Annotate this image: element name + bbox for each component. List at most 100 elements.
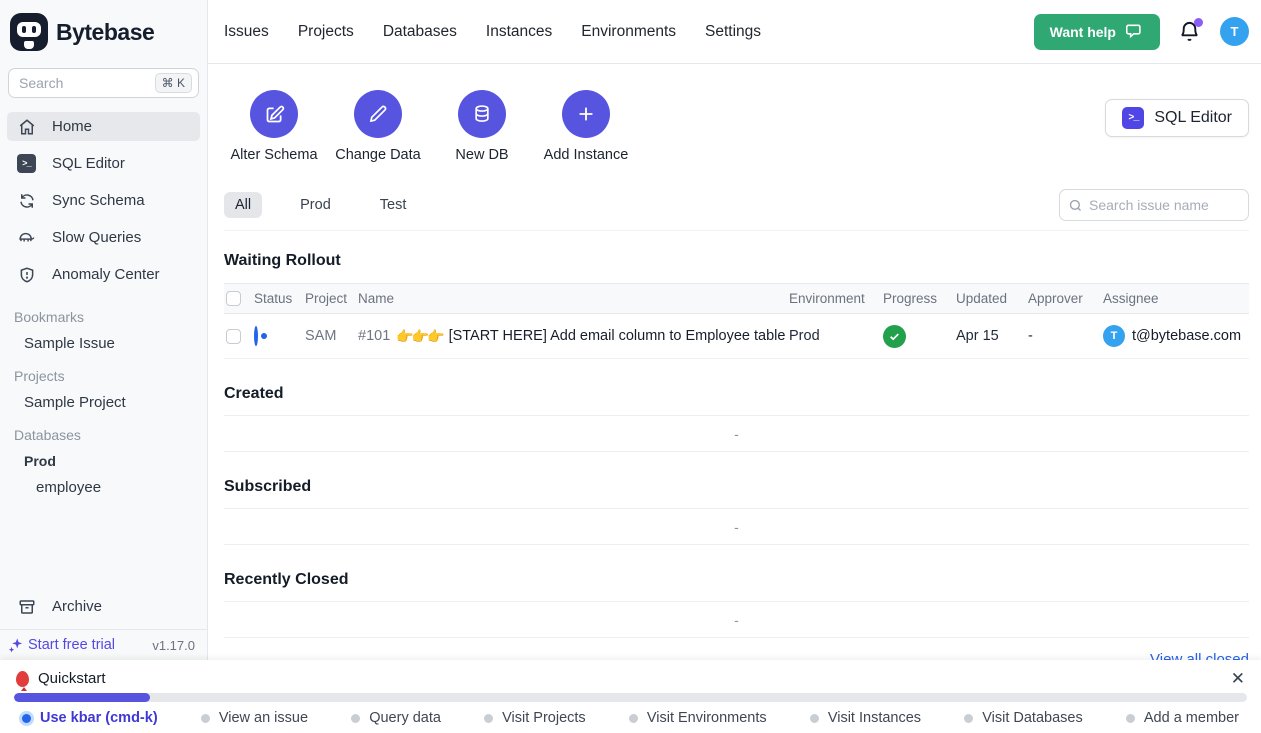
created-empty: - bbox=[224, 415, 1249, 452]
tab-prod[interactable]: Prod bbox=[289, 192, 342, 218]
waiting-rollout-table: Status Project Name Environment Progress… bbox=[224, 283, 1249, 359]
quickstart-items: Use kbar (cmd-k) View an issue Query dat… bbox=[0, 702, 1261, 726]
sidebar-item-sync-schema[interactable]: Sync Schema bbox=[7, 186, 200, 215]
search-icon bbox=[1068, 198, 1083, 213]
notification-badge bbox=[1194, 18, 1203, 27]
bytebase-logo-icon bbox=[10, 13, 48, 51]
issue-title: [START HERE] Add email column to Employe… bbox=[449, 328, 786, 344]
turtle-icon bbox=[17, 228, 36, 247]
view-all-closed-link[interactable]: View all closed bbox=[1150, 651, 1249, 660]
nav-settings[interactable]: Settings bbox=[705, 23, 761, 41]
tab-all[interactable]: All bbox=[224, 192, 262, 218]
nav-projects[interactable]: Projects bbox=[298, 23, 354, 41]
nav-instances[interactable]: Instances bbox=[486, 23, 552, 41]
nav-databases[interactable]: Databases bbox=[383, 23, 457, 41]
sidebar-item-slow-queries[interactable]: Slow Queries bbox=[7, 223, 200, 252]
new-db-button[interactable]: New DB bbox=[432, 90, 532, 163]
sidebar-item-anomaly-center[interactable]: Anomaly Center bbox=[7, 260, 200, 289]
nav-environments[interactable]: Environments bbox=[581, 23, 676, 41]
sparkles-icon bbox=[8, 637, 25, 654]
issue-id: #101 bbox=[358, 328, 390, 344]
step-dot-icon bbox=[1126, 714, 1135, 723]
col-status: Status bbox=[254, 291, 305, 306]
status-open-icon bbox=[254, 326, 258, 346]
sidebar-item-label: Anomaly Center bbox=[52, 266, 160, 283]
quickstart-item-view-an-issue[interactable]: View an issue bbox=[201, 710, 308, 726]
quickstart-progress-track bbox=[14, 693, 1247, 702]
brand-name: Bytebase bbox=[56, 19, 154, 46]
approver-cell: - bbox=[1028, 328, 1103, 344]
issue-search-input[interactable] bbox=[1089, 197, 1240, 213]
col-updated: Updated bbox=[956, 291, 1028, 306]
quickstart-item-visit-databases[interactable]: Visit Databases bbox=[964, 710, 1082, 726]
sidebar-item-archive[interactable]: Archive bbox=[7, 592, 200, 621]
col-approver: Approver bbox=[1028, 291, 1103, 306]
progress-done-icon bbox=[883, 325, 906, 348]
section-title-subscribed: Subscribed bbox=[224, 478, 1249, 496]
sql-editor-button[interactable]: >_ SQL Editor bbox=[1105, 99, 1249, 137]
quickstart-item-query-data[interactable]: Query data bbox=[351, 710, 441, 726]
notifications-button[interactable] bbox=[1178, 20, 1202, 44]
close-icon[interactable]: ✕ bbox=[1231, 670, 1245, 687]
sidebar-search[interactable]: ⌘ K bbox=[8, 68, 199, 98]
sidebar-item-sample-issue[interactable]: Sample Issue bbox=[24, 335, 193, 352]
quickstart-item-visit-instances[interactable]: Visit Instances bbox=[810, 710, 921, 726]
quickstart-progress-fill bbox=[14, 693, 150, 702]
step-dot-icon bbox=[964, 714, 973, 723]
recently-closed-section: Recently Closed - bbox=[224, 571, 1249, 638]
brand-logo[interactable]: Bytebase bbox=[0, 0, 207, 64]
assignee-cell: T t@bytebase.com bbox=[1103, 325, 1249, 347]
col-assignee: Assignee bbox=[1103, 291, 1249, 306]
archive-icon bbox=[17, 597, 36, 616]
issue-row[interactable]: SAM #101 👉👉👉 [START HERE] Add email colu… bbox=[224, 314, 1249, 359]
version-label: v1.17.0 bbox=[152, 638, 195, 653]
col-environment: Environment bbox=[789, 291, 883, 306]
pointing-emoji: 👉👉👉 bbox=[396, 328, 442, 345]
recently-closed-empty: - bbox=[224, 601, 1249, 638]
sidebar-section-projects: Projects bbox=[14, 368, 193, 384]
balloon-icon bbox=[16, 671, 29, 687]
want-help-button[interactable]: Want help bbox=[1034, 14, 1160, 50]
start-free-trial-link[interactable]: Start free trial bbox=[8, 637, 115, 654]
sync-icon bbox=[17, 191, 36, 210]
section-title-created: Created bbox=[224, 385, 1249, 403]
issue-name-cell: #101 👉👉👉 [START HERE] Add email column t… bbox=[358, 328, 789, 345]
change-data-button[interactable]: Change Data bbox=[328, 90, 428, 163]
assignee-avatar: T bbox=[1103, 325, 1125, 347]
nav-issues[interactable]: Issues bbox=[224, 23, 269, 41]
issue-search-box[interactable] bbox=[1059, 189, 1249, 221]
tab-test[interactable]: Test bbox=[369, 192, 418, 218]
sidebar-item-sample-project[interactable]: Sample Project bbox=[24, 394, 193, 411]
sidebar-section-databases: Databases bbox=[14, 427, 193, 443]
sidebar-item-label: Archive bbox=[52, 598, 102, 615]
col-name: Name bbox=[358, 291, 789, 306]
quickstart-item-visit-environments[interactable]: Visit Environments bbox=[629, 710, 767, 726]
sidebar-section-bookmarks: Bookmarks bbox=[14, 309, 193, 325]
add-instance-button[interactable]: Add Instance bbox=[536, 90, 636, 163]
user-avatar[interactable]: T bbox=[1220, 17, 1249, 46]
section-title-recently-closed: Recently Closed bbox=[224, 571, 1249, 589]
project-cell: SAM bbox=[305, 328, 358, 344]
sidebar-item-home[interactable]: Home bbox=[7, 112, 200, 141]
pencil-icon bbox=[354, 90, 402, 138]
sidebar-item-prod[interactable]: Prod bbox=[24, 453, 193, 469]
sidebar: Bytebase ⌘ K Home >_ SQL Editor Syn bbox=[0, 0, 208, 660]
step-dot-icon bbox=[484, 714, 493, 723]
step-dot-icon bbox=[22, 714, 31, 723]
alter-schema-button[interactable]: Alter Schema bbox=[224, 90, 324, 163]
select-all-checkbox[interactable] bbox=[226, 291, 241, 306]
step-dot-icon bbox=[201, 714, 210, 723]
sidebar-item-employee[interactable]: employee bbox=[36, 479, 193, 496]
search-input[interactable] bbox=[19, 75, 155, 91]
environment-cell: Prod bbox=[789, 328, 883, 344]
quickstart-item-use-kbar[interactable]: Use kbar (cmd-k) bbox=[22, 710, 158, 726]
quickstart-title: Quickstart bbox=[38, 670, 106, 687]
database-icon bbox=[458, 90, 506, 138]
quickstart-item-add-a-member[interactable]: Add a member bbox=[1126, 710, 1239, 726]
quickstart-item-visit-projects[interactable]: Visit Projects bbox=[484, 710, 586, 726]
terminal-icon: >_ bbox=[1122, 107, 1144, 129]
shield-icon bbox=[17, 265, 36, 284]
sidebar-item-sql-editor[interactable]: >_ SQL Editor bbox=[7, 149, 200, 178]
terminal-icon: >_ bbox=[17, 154, 36, 173]
row-checkbox[interactable] bbox=[226, 329, 241, 344]
